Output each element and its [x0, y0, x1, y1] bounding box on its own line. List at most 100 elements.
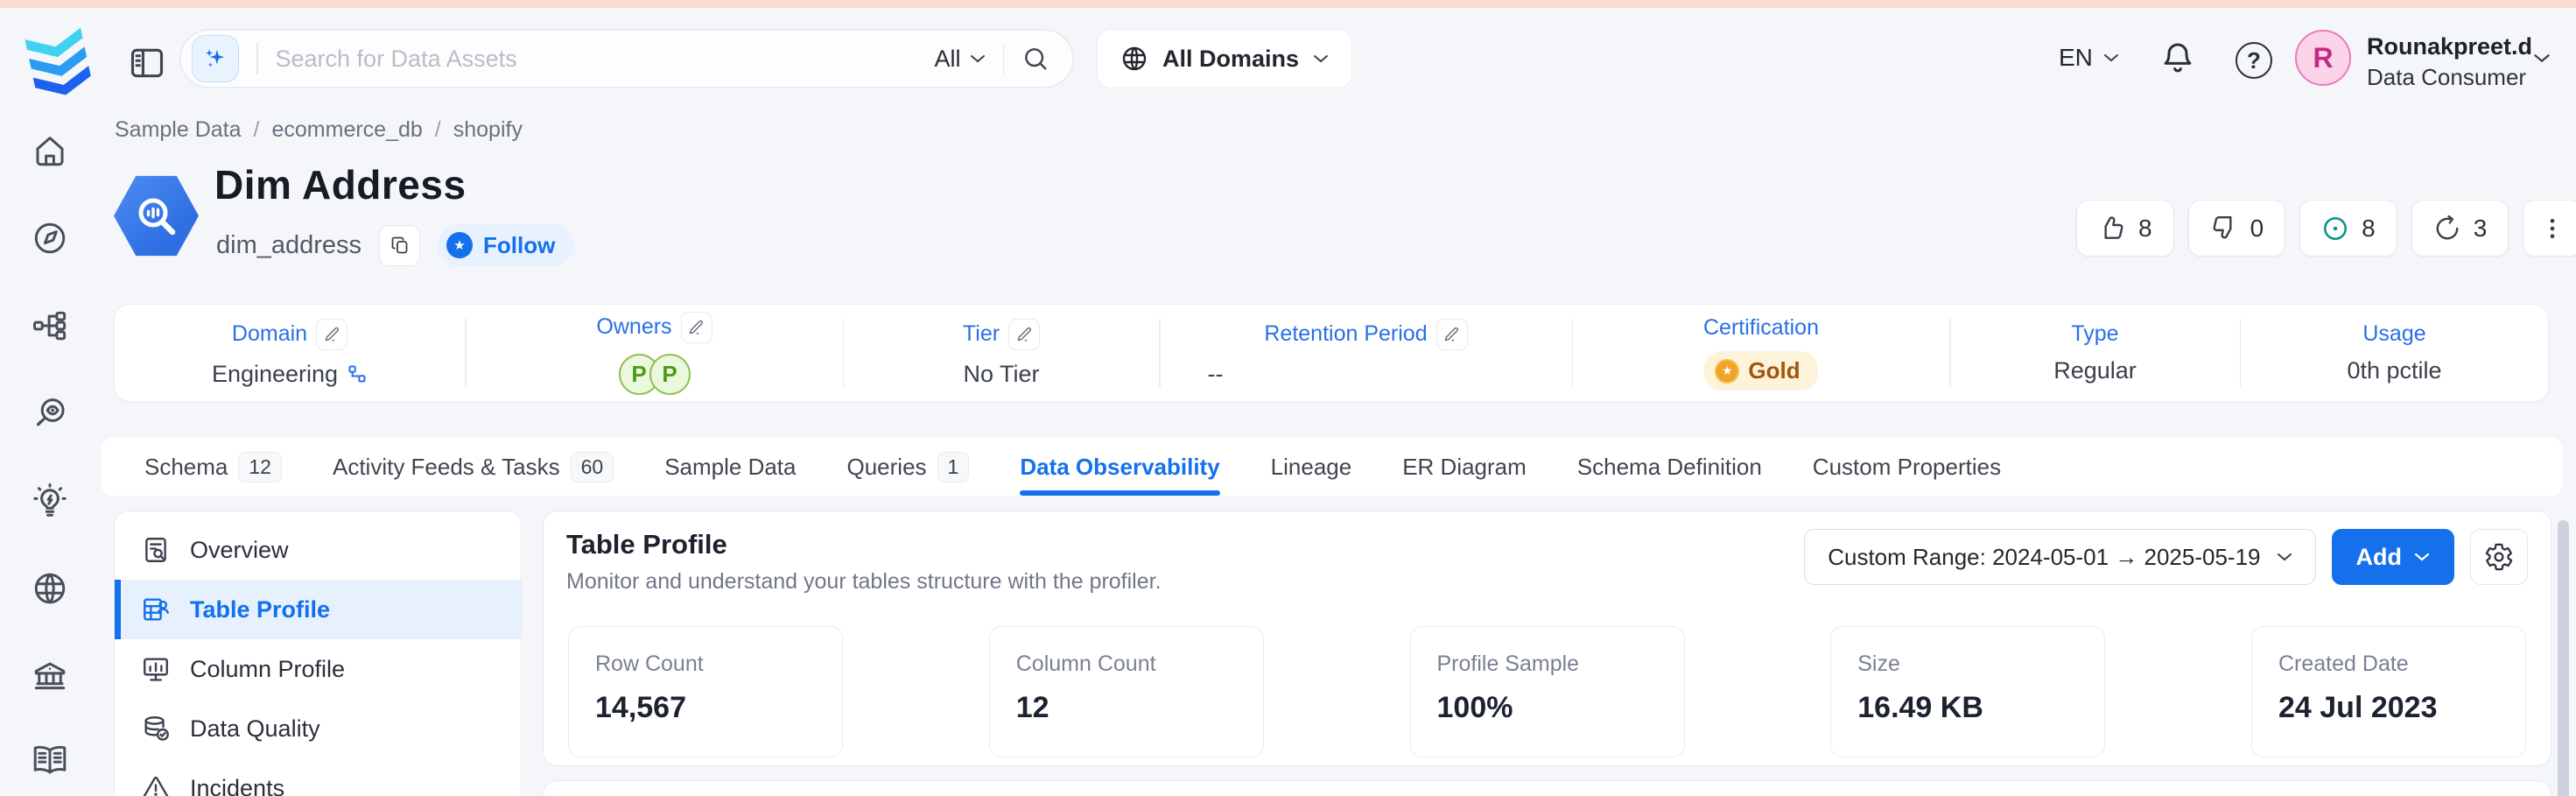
profiler-nav-label: Overview [190, 537, 289, 564]
all-domains-dropdown[interactable]: All Domains [1097, 29, 1352, 88]
downvote-button[interactable]: 0 [2188, 200, 2286, 257]
edit-owners-icon[interactable] [681, 312, 712, 343]
tab-schema[interactable]: Schema12 [144, 438, 282, 496]
user-avatar[interactable]: R [2295, 30, 2351, 86]
tab-count: 12 [238, 452, 282, 483]
usage-value: 0th pctile [2347, 357, 2441, 384]
versions-count: 3 [2474, 215, 2488, 243]
ai-sparkle-icon[interactable] [192, 35, 239, 82]
info-type: Type Regular [1951, 305, 2240, 401]
tab-count: 1 [937, 452, 970, 483]
sidebar-toggle-icon[interactable] [128, 44, 166, 81]
profiler-nav-overview[interactable]: Overview [115, 520, 521, 580]
info-certification: Certification ★ Gold [1573, 305, 1949, 401]
card-label: Column Count [1016, 652, 1237, 677]
overview-icon [141, 535, 171, 565]
tab-data-observability[interactable]: Data Observability [1020, 438, 1219, 496]
date-range-dropdown[interactable]: Custom Range: 2024-05-01 → 2025-05-19 [1804, 529, 2315, 585]
info-tier: Tier No Tier [844, 305, 1159, 401]
type-value: Regular [2053, 357, 2137, 384]
all-domains-label: All Domains [1162, 46, 1299, 73]
search-scope-dropdown[interactable]: All [934, 46, 985, 73]
info-domain: Domain Engineering [115, 305, 465, 401]
tab-er-diagram[interactable]: ER Diagram [1402, 438, 1527, 496]
tab-lineage[interactable]: Lineage [1271, 438, 1352, 496]
nav-observability-icon[interactable] [32, 395, 68, 432]
owner-avatar[interactable]: P [649, 354, 691, 395]
profiler-nav-label: Column Profile [190, 656, 345, 683]
user-menu[interactable]: Rounakpreet.d Data Consumer [2367, 33, 2532, 91]
table-profile-panel: Table Profile Monitor and understand you… [543, 511, 2551, 766]
info-owners: Owners P P [467, 305, 843, 401]
tab-schema-definition[interactable]: Schema Definition [1577, 438, 1762, 496]
profiler-nav-table-profile[interactable]: Table Profile [115, 580, 521, 639]
vertical-scrollbar[interactable] [2558, 520, 2569, 796]
nav-domains-icon[interactable] [32, 570, 68, 607]
tab-custom-properties[interactable]: Custom Properties [1813, 438, 2001, 496]
date-range-label: Custom Range: 2024-05-01 → 2025-05-19 [1828, 544, 2260, 571]
search-icon[interactable] [1021, 45, 1049, 73]
table-profile-icon [141, 595, 171, 624]
notifications-bell-icon[interactable] [2160, 40, 2195, 79]
nav-glossary-icon[interactable] [32, 742, 68, 778]
tab-activity-feeds[interactable]: Activity Feeds & Tasks60 [333, 438, 614, 496]
nav-govern-icon[interactable] [32, 658, 68, 694]
certification-value: Gold [1748, 357, 1800, 384]
breadcrumb-item[interactable]: shopify [453, 117, 523, 143]
nav-insights-icon[interactable] [32, 483, 68, 519]
profiler-nav-label: Incidents [190, 775, 284, 796]
card-label: Created Date [2278, 652, 2499, 677]
nav-home-icon[interactable] [32, 132, 68, 169]
versions-button[interactable]: 3 [2411, 200, 2509, 257]
owners-label: Owners [596, 314, 671, 340]
tab-queries[interactable]: Queries1 [847, 438, 970, 496]
profiler-settings-button[interactable] [2470, 529, 2528, 585]
app-logo[interactable] [23, 21, 95, 102]
quality-score-button[interactable]: 8 [2299, 200, 2397, 257]
info-usage: Usage 0th pctile [2241, 305, 2548, 401]
help-glyph: ? [2247, 47, 2261, 74]
section-subtitle: Monitor and understand your tables struc… [566, 569, 1162, 595]
tier-value: No Tier [963, 361, 1039, 388]
search-input[interactable] [276, 46, 935, 73]
language-dropdown[interactable]: EN [2059, 44, 2119, 72]
profiler-nav-column-profile[interactable]: Column Profile [115, 639, 521, 699]
upvote-button[interactable]: 8 [2076, 200, 2174, 257]
follow-button[interactable]: ★ Follow [438, 224, 574, 266]
profile-sample-card: Profile Sample 100% [1410, 626, 1685, 757]
help-icon[interactable]: ? [2236, 42, 2272, 79]
nav-platform-icon[interactable] [32, 307, 68, 344]
copy-icon[interactable] [379, 225, 420, 266]
version-history-icon [2433, 215, 2461, 243]
breadcrumb-item[interactable]: ecommerce_db [271, 117, 422, 143]
nav-explore-icon[interactable] [32, 220, 68, 257]
edit-domain-icon[interactable] [316, 319, 347, 350]
language-label: EN [2059, 44, 2093, 72]
certification-label: Certification [1703, 315, 1819, 341]
avatar-initial: R [2313, 42, 2333, 74]
add-button[interactable]: Add [2332, 529, 2454, 585]
next-section-card [543, 780, 2551, 796]
profiler-nav-label: Data Quality [190, 715, 320, 743]
kebab-menu-icon [2539, 215, 2565, 242]
more-options-button[interactable] [2523, 200, 2576, 257]
tab-sample-data[interactable]: Sample Data [664, 438, 796, 496]
card-value: 100% [1437, 691, 1658, 725]
divider [1003, 43, 1005, 74]
star-icon: ★ [446, 232, 473, 258]
card-label: Row Count [595, 652, 816, 677]
profiler-nav-incidents[interactable]: Incidents [115, 758, 521, 796]
breadcrumb-separator: / [435, 117, 441, 143]
breadcrumb-item[interactable]: Sample Data [115, 117, 242, 143]
thumbs-down-icon [2210, 215, 2238, 243]
usage-label: Usage [2362, 321, 2425, 347]
profiler-nav-data-quality[interactable]: Data Quality [115, 699, 521, 758]
edit-tier-icon[interactable] [1008, 319, 1040, 350]
edit-retention-icon[interactable] [1436, 319, 1468, 350]
domain-value[interactable]: Engineering [212, 361, 338, 388]
row-count-card: Row Count 14,567 [568, 626, 843, 757]
thumbs-up-icon [2098, 215, 2126, 243]
user-menu-chevron-icon[interactable] [2533, 53, 2551, 64]
info-retention: Retention Period -- [1161, 305, 1572, 401]
globe-icon [1120, 45, 1148, 73]
